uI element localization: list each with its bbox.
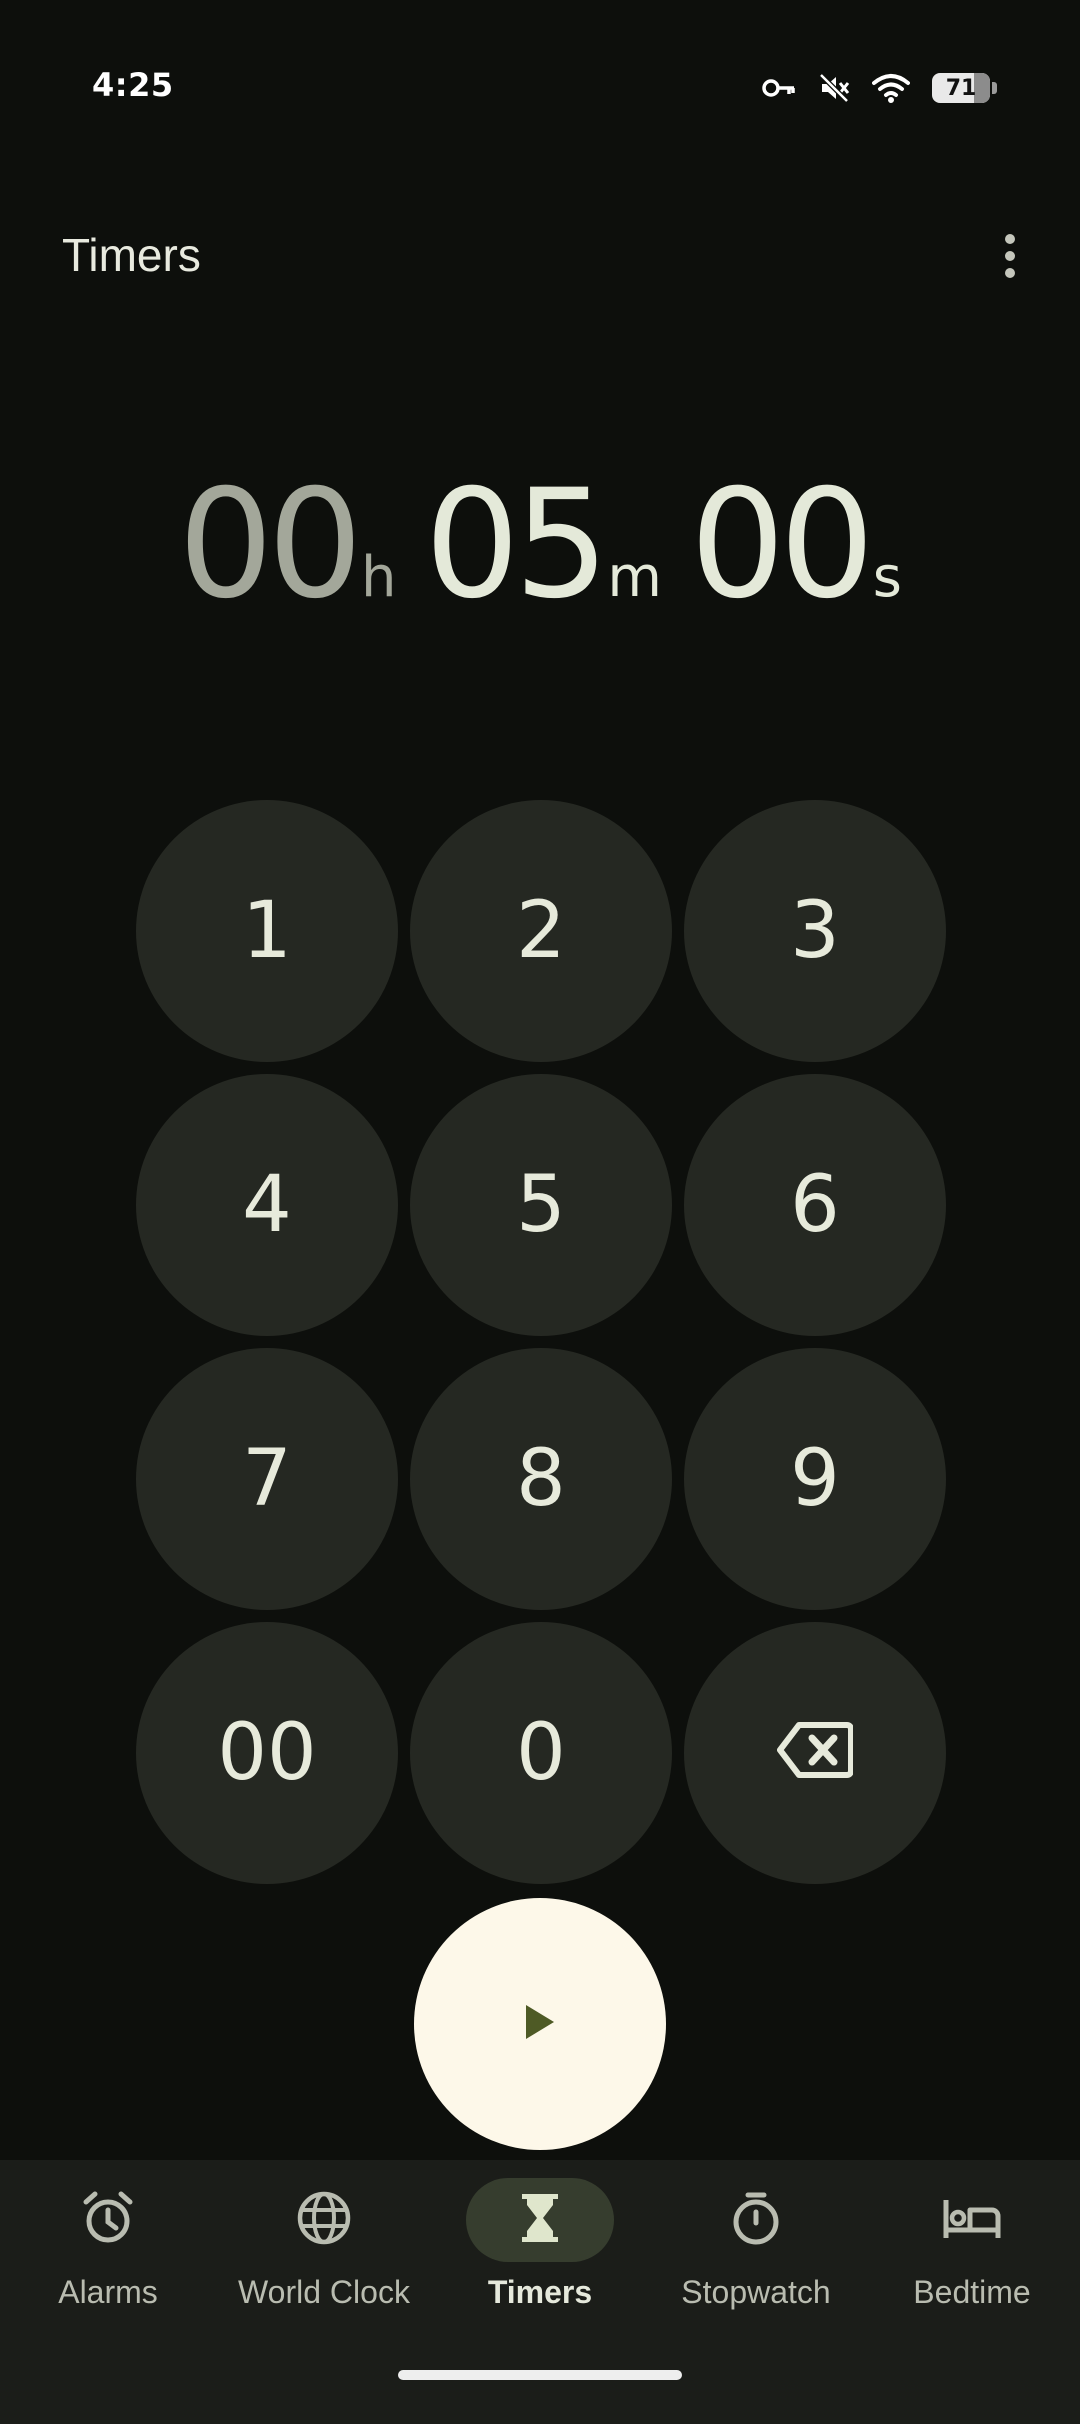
home-indicator[interactable] xyxy=(398,2370,682,2380)
minutes-value: 05 xyxy=(424,458,609,632)
battery-level: 71 xyxy=(945,75,977,101)
vpn-key-icon xyxy=(762,78,796,98)
battery-icon: 71 xyxy=(932,73,997,103)
nav-label-timers: Timers xyxy=(487,2274,593,2310)
nav-label-stopwatch: Stopwatch xyxy=(681,2274,831,2310)
more-options-button[interactable] xyxy=(980,226,1040,286)
hours-segment: 00 h xyxy=(178,470,396,620)
nav-item-alarms[interactable]: Alarms xyxy=(0,2178,216,2328)
mute-icon xyxy=(818,72,850,104)
hourglass-icon xyxy=(518,2191,562,2249)
more-vert-icon xyxy=(1005,234,1015,244)
seconds-unit: s xyxy=(872,545,902,610)
nav-label-alarms: Alarms xyxy=(58,2274,158,2310)
seconds-segment: 00 s xyxy=(690,470,902,620)
backspace-icon xyxy=(777,1708,854,1798)
key-0[interactable]: 0 xyxy=(410,1622,672,1884)
key-1[interactable]: 1 xyxy=(136,800,398,1062)
seconds-value: 00 xyxy=(689,458,875,632)
key-8[interactable]: 8 xyxy=(410,1348,672,1610)
nav-label-world-clock: World Clock xyxy=(238,2274,410,2310)
play-icon xyxy=(524,2003,556,2045)
key-6[interactable]: 6 xyxy=(684,1074,946,1336)
key-5[interactable]: 5 xyxy=(410,1074,672,1336)
bottom-navigation: Alarms World Clock Timers Stopwatch Bedt… xyxy=(0,2160,1080,2424)
key-9[interactable]: 9 xyxy=(684,1348,946,1610)
nav-item-world-clock[interactable]: World Clock xyxy=(216,2178,432,2328)
stopwatch-icon xyxy=(728,2190,784,2250)
alarm-icon xyxy=(80,2190,136,2250)
page-title: Timers xyxy=(62,229,201,281)
start-timer-button[interactable] xyxy=(414,1898,666,2150)
key-3[interactable]: 3 xyxy=(684,800,946,1062)
minutes-unit: m xyxy=(607,545,662,610)
key-7[interactable]: 7 xyxy=(136,1348,398,1610)
nav-item-stopwatch[interactable]: Stopwatch xyxy=(648,2178,864,2328)
bed-icon xyxy=(942,2194,1002,2246)
keypad: 1 2 3 4 5 6 7 8 9 00 0 xyxy=(136,800,946,1884)
hours-unit: h xyxy=(360,545,397,610)
wifi-icon xyxy=(872,73,910,103)
key-4[interactable]: 4 xyxy=(136,1074,398,1336)
globe-icon xyxy=(296,2190,352,2250)
minutes-segment: 05 m xyxy=(424,470,661,620)
status-icons: 71 xyxy=(762,66,997,110)
hours-value: 00 xyxy=(178,458,363,632)
key-2[interactable]: 2 xyxy=(410,800,672,1062)
nav-label-bedtime: Bedtime xyxy=(913,2274,1031,2310)
backspace-button[interactable] xyxy=(684,1622,946,1884)
active-indicator-pill xyxy=(466,2178,614,2262)
key-00[interactable]: 00 xyxy=(136,1622,398,1884)
timer-display: 00 h 05 m 00 s xyxy=(0,470,1080,650)
nav-item-bedtime[interactable]: Bedtime xyxy=(864,2178,1080,2328)
app-bar: Timers xyxy=(0,200,1080,310)
nav-item-timers[interactable]: Timers xyxy=(432,2178,648,2328)
status-bar: 4:25 71 xyxy=(0,0,1080,120)
status-time: 4:25 xyxy=(92,66,174,104)
